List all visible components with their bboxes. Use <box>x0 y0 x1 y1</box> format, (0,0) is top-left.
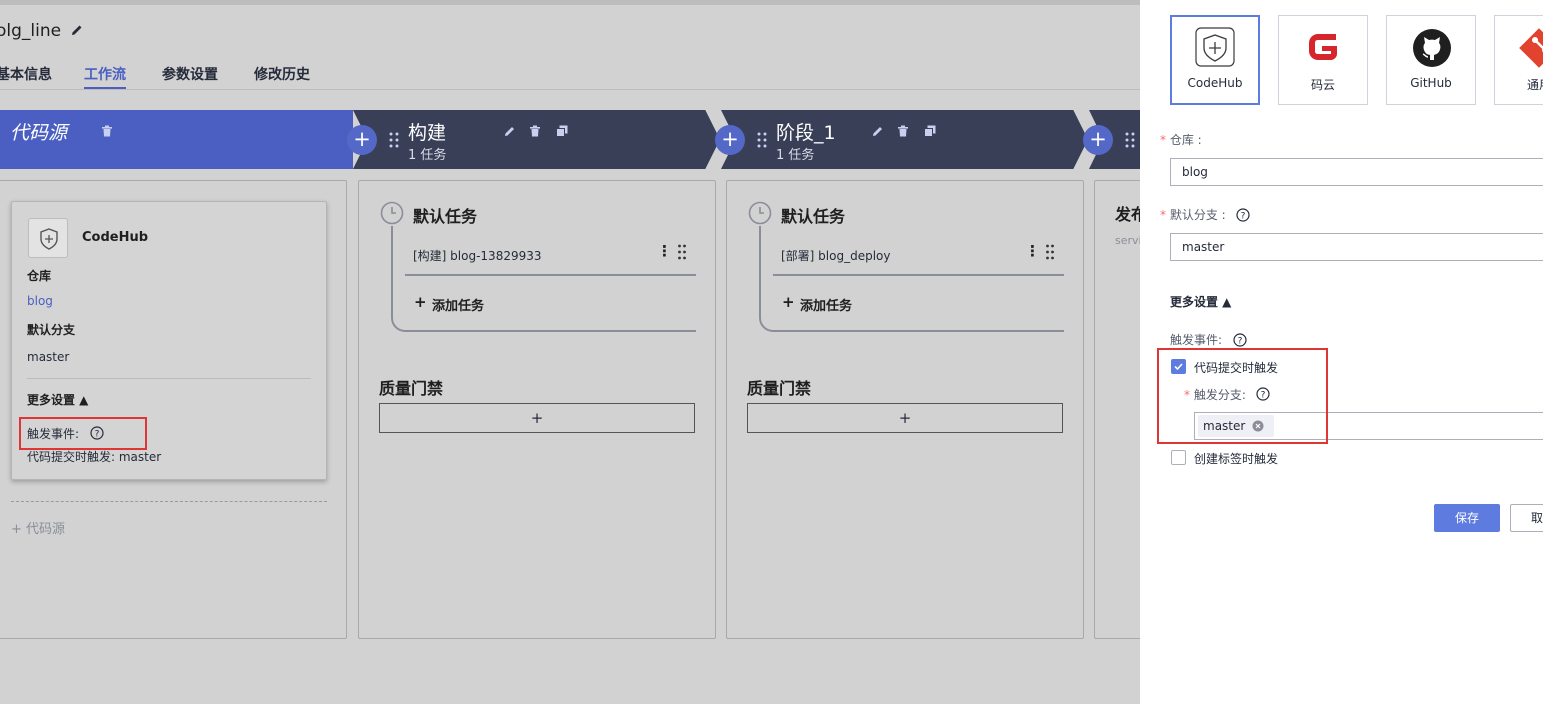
pipeline-title: olg_line <box>0 21 62 41</box>
svg-text:?: ? <box>1238 337 1243 347</box>
tab-history[interactable]: 修改历史 <box>254 64 310 84</box>
help-icon[interactable]: ? <box>1236 208 1250 222</box>
task-divider <box>773 274 1064 276</box>
trigger-event-label: 触发事件: <box>1170 333 1223 347</box>
stage-task-count: 1 任务 <box>776 148 815 163</box>
github-icon <box>1413 29 1451 67</box>
tab-basic-info[interactable]: 基本信息 <box>0 64 52 84</box>
source-option-generic[interactable]: 通用 <box>1494 15 1543 105</box>
more-settings-toggle[interactable]: 更多设置 ▲ <box>1170 293 1231 310</box>
delete-icon[interactable] <box>897 125 909 137</box>
task-divider <box>405 274 696 276</box>
stage-task-count: 1 任务 <box>408 148 447 163</box>
card-divider <box>27 378 311 379</box>
tag-trigger-label[interactable]: 创建标签时触发 <box>1194 450 1278 467</box>
source-option-label: CodeHub <box>1187 76 1243 90</box>
quality-gate-title: 质量门禁 <box>379 379 444 398</box>
tab-parameters[interactable]: 参数设置 <box>162 64 218 84</box>
delete-icon[interactable] <box>529 125 541 137</box>
branch-field-label: * 默认分支 : <box>1160 208 1226 222</box>
drag-handle-icon[interactable] <box>1045 244 1055 260</box>
drag-handle-icon[interactable] <box>1124 131 1136 149</box>
quality-gate-title: 质量门禁 <box>747 379 812 398</box>
task-group-title: 默认任务 <box>781 207 846 226</box>
stage-title-source: 代码源 <box>10 122 68 144</box>
add-quality-gate-button[interactable]: + <box>379 403 695 433</box>
stage-title-build: 构建 <box>408 122 447 144</box>
stage-header-build: 构建 1 任务 <box>353 110 720 169</box>
save-button[interactable]: 保存 <box>1434 504 1500 532</box>
stage-title-stage1: 阶段_1 <box>776 122 836 144</box>
source-option-label: 通用 <box>1527 78 1543 92</box>
add-source-button[interactable]: + 代码源 <box>11 518 65 537</box>
source-option-github[interactable]: GitHub <box>1386 15 1476 105</box>
edit-icon[interactable] <box>504 125 516 137</box>
copy-icon[interactable] <box>924 125 936 137</box>
stage1-column: 默认任务 [部署] blog_deploy ⋮ + 添加任务 质量门禁 + <box>726 180 1084 639</box>
tab-workflow[interactable]: 工作流 <box>84 64 126 84</box>
branch-label: 默认分支 <box>27 323 76 337</box>
clock-icon <box>748 201 772 225</box>
more-actions-icon[interactable]: ⋮ <box>657 242 672 260</box>
codehub-icon <box>40 228 58 250</box>
drag-handle-icon[interactable] <box>756 131 768 149</box>
stage-header-source: 代码源 <box>0 110 353 169</box>
source-option-gitee[interactable]: 码云 <box>1278 15 1368 105</box>
git-icon <box>1519 28 1543 68</box>
task-item[interactable]: [部署] blog_deploy <box>781 247 890 264</box>
more-settings-toggle[interactable]: 更多设置 ▲ <box>27 391 88 408</box>
next-stage-sub: servi <box>1115 234 1142 247</box>
repo-label: 仓库 <box>27 269 52 283</box>
build-column: 默认任务 [构建] blog-13829933 ⋮ + 添加任务 质量门禁 + <box>358 180 716 639</box>
source-settings-drawer: CodeHub 码云 GitHub 通用 * 仓库 : blog * 默认分支 … <box>1140 0 1543 704</box>
add-task-button[interactable]: 添加任务 <box>432 295 484 314</box>
highlight-box <box>1157 348 1328 444</box>
copy-icon[interactable] <box>556 125 568 137</box>
repo-link[interactable]: blog <box>27 294 53 308</box>
drag-handle-icon[interactable] <box>388 131 400 149</box>
delete-icon[interactable] <box>101 125 113 137</box>
source-option-label: GitHub <box>1410 76 1452 90</box>
task-item[interactable]: [构建] blog-13829933 <box>413 247 542 264</box>
repo-input[interactable]: blog <box>1170 158 1543 186</box>
task-group-rail <box>759 226 1064 332</box>
add-task-button[interactable]: 添加任务 <box>800 295 852 314</box>
default-branch-input[interactable]: master <box>1170 233 1543 261</box>
codehub-logo-box <box>28 218 68 258</box>
add-quality-gate-button[interactable]: + <box>747 403 1063 433</box>
add-stage-button[interactable]: + <box>715 125 745 155</box>
add-icon: + <box>782 293 795 311</box>
tag-trigger-checkbox[interactable] <box>1171 450 1186 465</box>
add-stage-button[interactable]: + <box>347 125 377 155</box>
clock-icon <box>380 201 404 225</box>
more-actions-icon[interactable]: ⋮ <box>1025 242 1040 260</box>
dashed-divider <box>11 501 327 502</box>
branch-value: master <box>27 350 70 364</box>
top-strip <box>0 0 1140 5</box>
drag-handle-icon[interactable] <box>677 244 687 260</box>
source-option-codehub[interactable]: CodeHub <box>1170 15 1260 105</box>
svg-text:?: ? <box>1241 212 1246 222</box>
trigger-event-value: 代码提交时触发: master <box>27 450 162 464</box>
edit-title-icon[interactable] <box>70 23 84 37</box>
gitee-icon <box>1309 34 1337 60</box>
highlight-box <box>19 417 147 450</box>
source-option-label: 码云 <box>1310 78 1335 92</box>
codehub-icon <box>1195 27 1235 67</box>
source-name: CodeHub <box>82 230 149 245</box>
task-group-rail <box>391 226 696 332</box>
task-group-title: 默认任务 <box>413 207 478 226</box>
help-icon[interactable]: ? <box>1233 333 1247 347</box>
repo-field-label: * 仓库 : <box>1160 133 1202 147</box>
edit-icon[interactable] <box>872 125 884 137</box>
add-stage-button[interactable]: + <box>1083 125 1113 155</box>
cancel-button[interactable]: 取 <box>1510 504 1543 532</box>
add-icon: + <box>414 293 427 311</box>
stage-header-stage1: 阶段_1 1 任务 <box>721 110 1088 169</box>
tab-divider <box>0 89 1140 90</box>
